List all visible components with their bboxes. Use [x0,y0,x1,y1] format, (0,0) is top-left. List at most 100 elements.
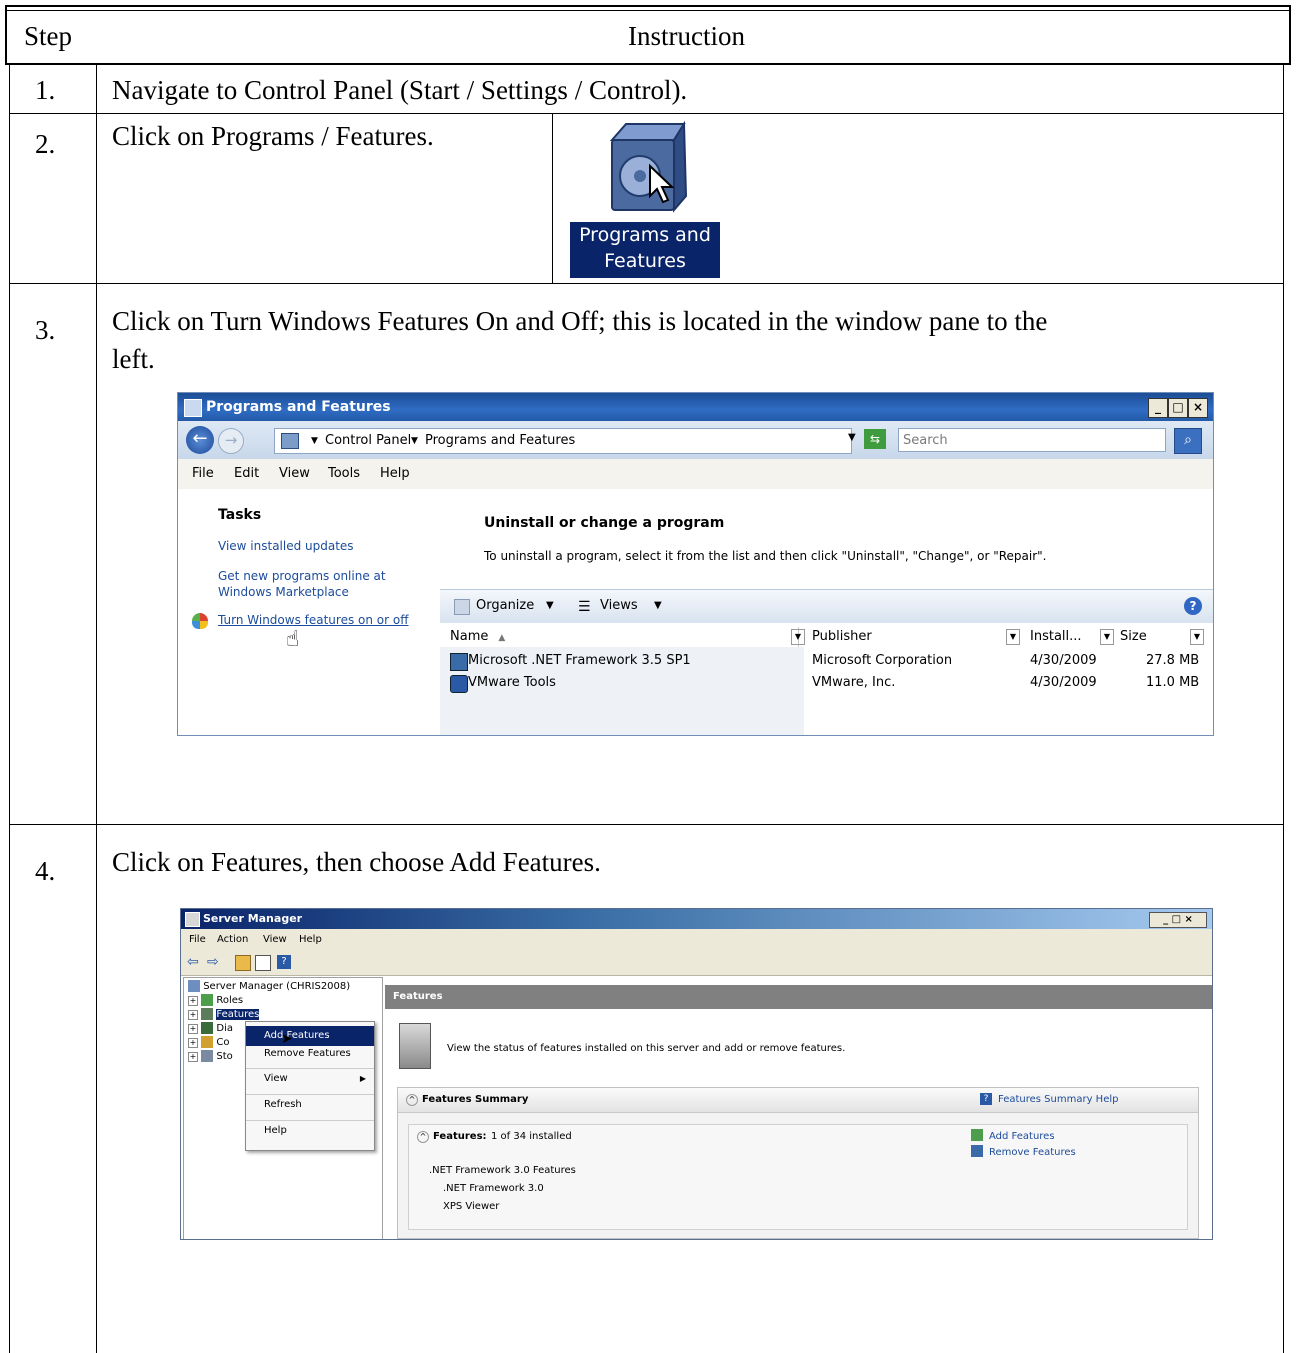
sm-features-pane: Features View the status of features ins… [385,977,1212,1239]
context-help[interactable]: Help [246,1120,374,1140]
step-column-divider [96,65,97,1353]
expand-icon[interactable]: + [188,1038,198,1048]
address-box[interactable]: Control Panel ▼ ▼ Programs and Features [274,428,852,454]
program-size: 11.0 MB [1146,675,1200,690]
sm-menu-help[interactable]: Help [299,929,322,951]
forward-arrow-icon[interactable]: → [218,428,244,454]
context-view[interactable]: View ▶ [246,1068,374,1088]
menu-tools[interactable]: Tools [328,459,360,489]
uac-shield-icon [192,613,208,629]
tree-features[interactable]: + Features [188,1008,260,1020]
tree-features-label: Features [216,1009,260,1020]
program-publisher: Microsoft Corporation [812,653,953,668]
sm-menu-view[interactable]: View [263,929,287,951]
search-input[interactable]: Search [898,428,1166,452]
refresh-icon[interactable]: ⇆ [864,429,886,449]
maximize-button[interactable]: □ [1168,398,1188,418]
publisher-column-filter-icon[interactable]: ▼ [1006,629,1020,645]
server-manager-title: Server Manager [203,912,303,925]
organize-dropdown-icon: ▼ [546,600,554,611]
column-name-label: Name [450,629,489,644]
expand-icon[interactable]: + [188,1024,198,1034]
installed-feature-3: XPS Viewer [443,1201,500,1212]
sm-menu-action[interactable]: Action [217,929,248,951]
programs-and-features-label[interactable]: Programs and Features [570,222,720,278]
features-summary-help-link[interactable]: Features Summary Help [998,1094,1118,1105]
task-view-installed-updates[interactable]: View installed updates [218,539,354,553]
column-size[interactable]: Size [1120,627,1180,647]
collapse-icon[interactable]: ^ [417,1131,429,1143]
up-icon[interactable] [235,955,251,971]
window-titlebar: Programs and Features _ □ × [178,393,1213,421]
organize-button[interactable]: Organize [476,598,534,613]
column-publisher[interactable]: Publisher [812,627,1002,647]
console-icon[interactable] [255,955,271,971]
tree-diagnostics[interactable]: + Dia [188,1022,233,1034]
help-icon[interactable]: ? [1184,597,1202,615]
menu-file[interactable]: File [192,459,214,489]
size-column-filter-icon[interactable]: ▼ [1190,629,1204,645]
body-border-left [9,65,10,1353]
name-column-filter-icon[interactable]: ▼ [791,629,805,645]
back-icon[interactable]: ⇦ [187,954,199,970]
installed-column-filter-icon[interactable]: ▼ [1100,629,1114,645]
forward-icon[interactable]: ⇨ [207,954,219,970]
table-row[interactable]: VMware Tools VMware, Inc. 4/30/2009 11.0… [450,673,1210,693]
close-button[interactable]: × [1188,398,1208,418]
programs-features-window: Programs and Features _ □ × ← → Control … [177,392,1214,736]
expand-icon[interactable]: + [188,996,198,1006]
breadcrumb-control-panel[interactable]: Control Panel [325,429,411,453]
column-installed[interactable]: Install... [1030,627,1100,647]
sort-ascending-icon: ▲ [498,633,506,643]
task-turn-windows-features[interactable]: Turn Windows features on or off [218,613,409,627]
task-get-new-programs-line1[interactable]: Get new programs online at [218,569,386,583]
address-dropdown-icon[interactable]: ▼ [848,432,856,443]
search-icon[interactable]: ⌕ [1174,428,1202,454]
context-refresh[interactable]: Refresh [246,1094,374,1114]
server-manager-window: Server Manager _ □ × File Action View He… [180,908,1213,1240]
tree-roles[interactable]: + Roles [188,994,243,1006]
views-icon: ☰ [578,599,591,615]
context-remove-features[interactable]: Remove Features [246,1044,374,1064]
back-arrow-icon[interactable]: ← [186,426,214,454]
control-panel-folder-icon [281,433,299,449]
context-add-features[interactable]: Add Features [246,1026,374,1046]
collapse-icon[interactable]: ^ [406,1094,418,1106]
features-summary-title: Features Summary [422,1094,529,1105]
menu-view[interactable]: View [279,459,310,489]
configuration-icon [201,1036,214,1048]
features-summary-bar: ^ Features Summary ? Features Summary He… [398,1088,1198,1113]
help-book-icon[interactable]: ? [277,955,291,969]
installed-feature-1: .NET Framework 3.0 Features [429,1165,576,1176]
menu-edit[interactable]: Edit [234,459,259,489]
sm-window-controls[interactable]: _ □ × [1149,912,1207,928]
sm-menu-bar: File Action View Help [181,929,1212,951]
organize-icon [454,599,470,615]
column-name[interactable]: Name ▲ [450,627,799,647]
tree-server-manager[interactable]: Server Manager (CHRIS2008) [188,980,350,992]
diagnostics-icon [201,1022,214,1034]
tree-roles-label: Roles [216,995,244,1006]
tree-configuration[interactable]: + Co [188,1036,229,1048]
expand-icon[interactable]: + [188,1052,198,1062]
breadcrumb-programs-and-features[interactable]: Programs and Features [425,429,575,453]
views-button[interactable]: Views [600,598,638,613]
dotnet-program-icon [450,653,468,671]
expand-icon[interactable]: + [188,1010,198,1020]
task-get-new-programs-line2[interactable]: Windows Marketplace [218,585,349,599]
add-features-link[interactable]: Add Features [989,1131,1055,1142]
programs-and-features-icon-screenshot: Programs and Features [568,118,726,280]
program-name: VMware Tools [468,675,556,690]
instruction-4: Click on Features, then choose Add Featu… [112,847,601,877]
add-features-icon [971,1129,983,1141]
window-app-icon [184,399,202,417]
remove-features-link[interactable]: Remove Features [989,1147,1076,1158]
sm-menu-file[interactable]: File [189,929,206,951]
tree-storage[interactable]: + Sto [188,1050,233,1062]
program-installed: 4/30/2009 [1030,653,1097,668]
table-row[interactable]: Microsoft .NET Framework 3.5 SP1 Microso… [450,651,1210,671]
menu-help[interactable]: Help [380,459,410,489]
installed-feature-2: .NET Framework 3.0 [443,1183,544,1194]
programs-box-icon [609,120,688,213]
minimize-button[interactable]: _ [1148,398,1168,418]
